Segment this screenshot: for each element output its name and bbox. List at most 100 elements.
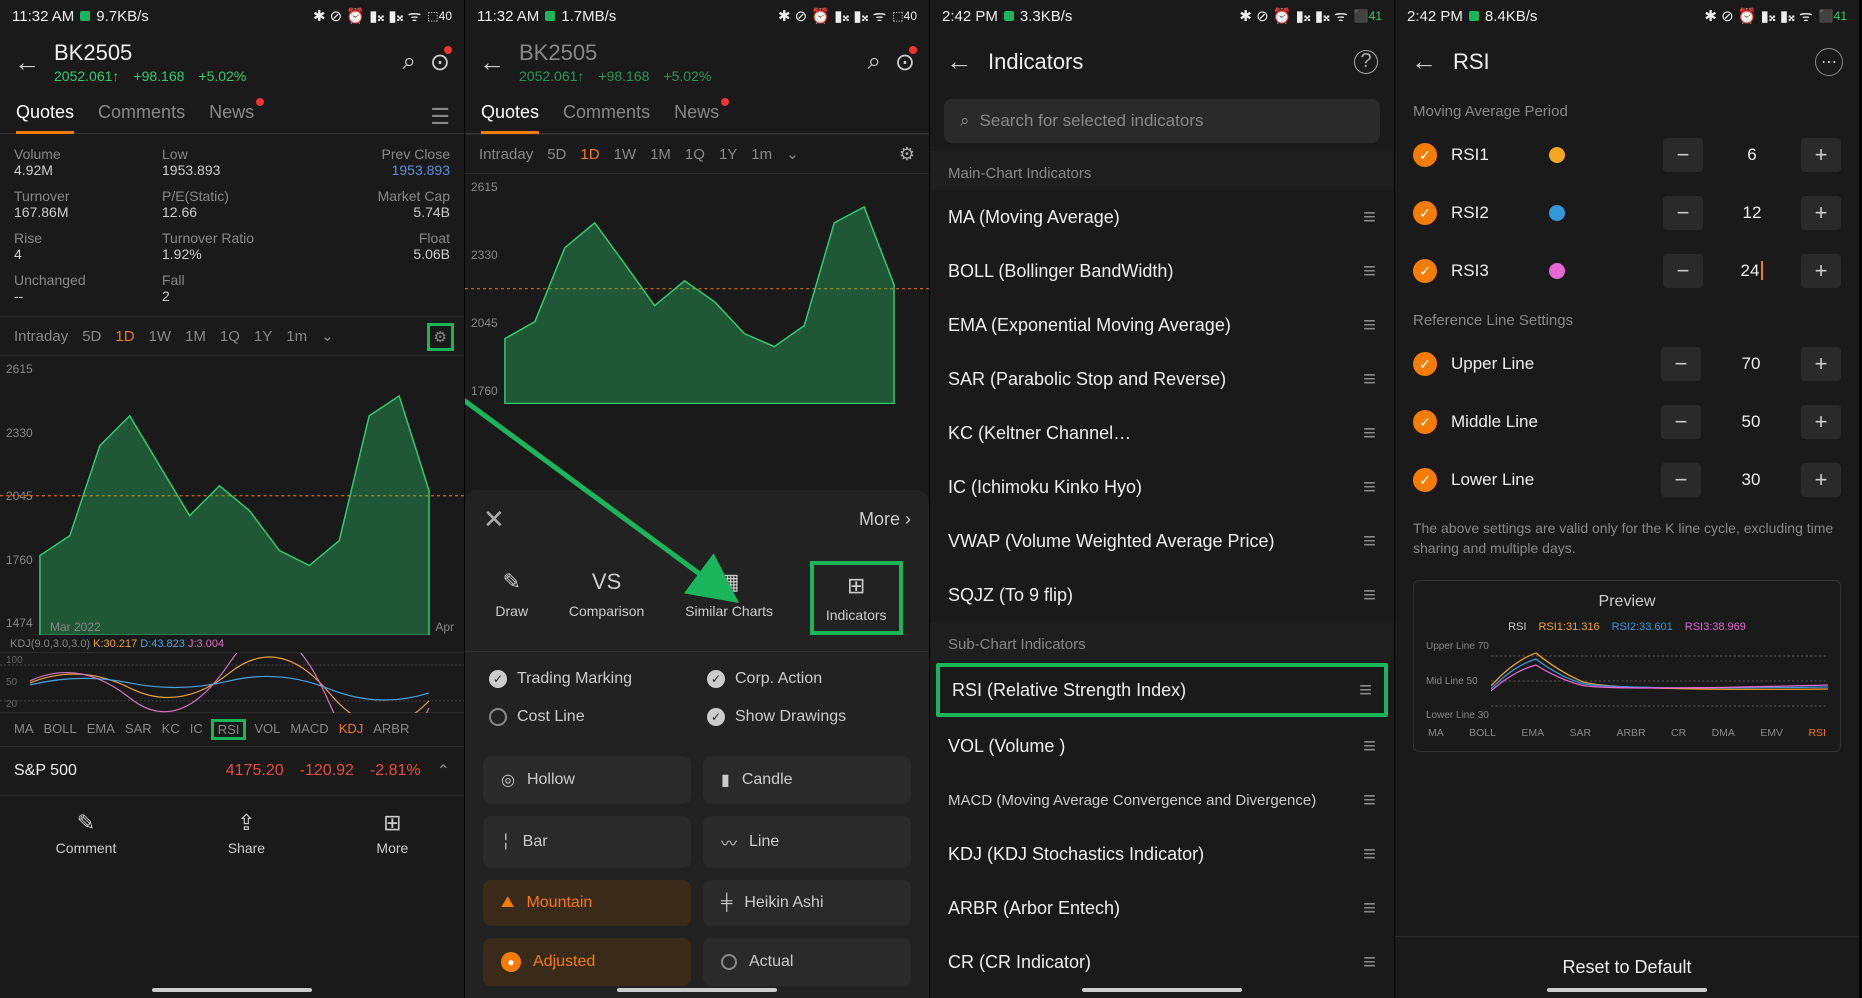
chart-svg — [0, 356, 464, 635]
more-button[interactable]: ⊞More — [376, 810, 408, 856]
search-icon[interactable]: ⌕ — [402, 48, 415, 76]
tab-quotes[interactable]: Quotes — [16, 102, 74, 133]
back-icon[interactable]: ← — [479, 47, 505, 78]
radio-checked-icon: ● — [501, 952, 521, 972]
plus-button[interactable]: + — [1801, 138, 1841, 172]
indicator-ic[interactable]: IC (Ichimoku Kinko Hyo)≡ — [930, 460, 1394, 514]
tf-intraday[interactable]: Intraday — [14, 328, 68, 345]
indicator-boll[interactable]: BOLL (Bollinger BandWidth)≡ — [930, 244, 1394, 298]
ind-vol[interactable]: VOL — [254, 721, 280, 738]
check-icon[interactable]: ✓ — [1413, 143, 1437, 167]
screen-rsi-settings: 2:42 PM8.4KB/s ✱ ⊘ ⏰ ▮𝄪 ▮𝄪 ᯤ⬛41 ← RSI ⋯ … — [1395, 0, 1860, 998]
chat-icon[interactable]: ⊙ — [895, 48, 915, 77]
tab-news[interactable]: News — [209, 102, 254, 133]
hamburger-icon[interactable]: ☰ — [430, 104, 450, 130]
chevron-up-icon[interactable]: ⌃ — [437, 761, 450, 781]
color-swatch[interactable] — [1549, 205, 1565, 221]
indicator-ema[interactable]: EMA (Exponential Moving Average)≡ — [930, 298, 1394, 352]
line-icon: 〰 — [721, 830, 737, 854]
value-input[interactable]: 24 — [1717, 261, 1787, 281]
cost-line-check[interactable]: Cost Line — [489, 708, 687, 726]
indicator-cr[interactable]: CR (CR Indicator)≡ — [930, 935, 1394, 989]
ind-ema[interactable]: EMA — [87, 721, 115, 738]
comment-button[interactable]: ✎Comment — [56, 810, 117, 856]
tf-1w[interactable]: 1W — [149, 328, 172, 345]
home-indicator — [617, 988, 777, 992]
page-title: RSI — [1453, 49, 1799, 75]
minus-button[interactable]: − — [1663, 138, 1703, 172]
tf-1m[interactable]: 1M — [185, 328, 206, 345]
header-title: BK2505 2052.061↑ +98.168 +5.02% — [54, 40, 388, 84]
corp-action-check[interactable]: ✓Corp. Action — [707, 670, 905, 688]
ind-macd[interactable]: MACD — [290, 721, 328, 738]
moving-avg-label: Moving Average Period — [1395, 91, 1859, 126]
ind-rsi[interactable]: RSI — [211, 719, 247, 740]
indicator-kdj[interactable]: KDJ (KDJ Stochastics Indicator)≡ — [930, 827, 1394, 881]
back-icon[interactable]: ← — [1411, 46, 1437, 77]
ind-arbr[interactable]: ARBR — [373, 721, 409, 738]
value-input[interactable]: 6 — [1717, 145, 1787, 165]
tf-5d[interactable]: 5D — [82, 328, 101, 345]
indicator-ma[interactable]: MA (Moving Average)≡ — [930, 190, 1394, 244]
settings-note: The above settings are valid only for th… — [1395, 509, 1859, 568]
indicator-rsi[interactable]: RSI (Relative Strength Index)≡ — [936, 663, 1388, 717]
tab-comments[interactable]: Comments — [98, 102, 185, 133]
tf-1q[interactable]: 1Q — [220, 328, 240, 345]
drag-icon[interactable]: ≡ — [1363, 204, 1376, 230]
screen-indicators: 2:42 PM3.3KB/s ✱ ⊘ ⏰ ▮𝄪 ▮𝄪 ᯤ⬛41 ← Indica… — [930, 0, 1395, 998]
price-chart[interactable]: 26152330204517601474 Mar 2022Apr — [0, 356, 464, 636]
chat-icon[interactable]: ⊙ — [430, 48, 450, 77]
chart-settings-icon[interactable]: ⚙ — [899, 144, 915, 165]
indicator-sqjz[interactable]: SQJZ (To 9 flip)≡ — [930, 568, 1394, 622]
indicator-arbr[interactable]: ARBR (Arbor Entech)≡ — [930, 881, 1394, 935]
tf-1d[interactable]: 1D — [115, 328, 134, 345]
actual-button[interactable]: Actual — [703, 938, 911, 986]
ind-ma[interactable]: MA — [14, 721, 34, 738]
ind-ic[interactable]: IC — [190, 721, 203, 738]
comparison-button[interactable]: VSComparison — [569, 569, 644, 627]
price-chart[interactable]: 2615233020451760 — [465, 174, 929, 404]
indicator-vwap[interactable]: VWAP (Volume Weighted Average Price)≡ — [930, 514, 1394, 568]
page-title: Indicators — [988, 49, 1338, 75]
hollow-button[interactable]: ◎Hollow — [483, 756, 691, 804]
ind-kdj[interactable]: KDJ — [339, 721, 364, 738]
more-icon[interactable]: ⋯ — [1815, 48, 1843, 76]
indicator-macd[interactable]: MACD (Moving Average Convergence and Div… — [930, 773, 1394, 827]
back-icon[interactable]: ← — [14, 47, 40, 78]
back-icon[interactable]: ← — [946, 46, 972, 77]
mountain-button[interactable]: ⛰Mountain — [483, 880, 691, 926]
color-swatch[interactable] — [1549, 147, 1565, 163]
ind-boll[interactable]: BOLL — [44, 721, 77, 738]
search-input[interactable]: ⌕ Search for selected indicators — [944, 99, 1380, 143]
heikin-button[interactable]: ╪Heikin Ashi — [703, 880, 911, 926]
draw-button[interactable]: ✎Draw — [495, 569, 528, 627]
adjusted-button[interactable]: ●Adjusted — [483, 938, 691, 986]
status-icons: ✱ ⊘ ⏰ ▮𝄪 ▮𝄪 ᯤ — [313, 6, 421, 26]
search-icon[interactable]: ⌕ — [867, 48, 880, 76]
line-button[interactable]: 〰Line — [703, 816, 911, 868]
kdj-chart[interactable]: 1005020 — [0, 652, 464, 712]
color-swatch[interactable] — [1549, 263, 1565, 279]
help-icon[interactable]: ? — [1354, 50, 1378, 74]
status-time: 11:32 AM — [12, 8, 74, 25]
tf-1mo[interactable]: 1m — [286, 328, 307, 345]
trading-marking-check[interactable]: ✓Trading Marking — [489, 670, 687, 688]
tf-1y[interactable]: 1Y — [254, 328, 272, 345]
indicator-vol[interactable]: VOL (Volume )≡ — [930, 719, 1394, 773]
ind-kc[interactable]: KC — [162, 721, 180, 738]
chart-settings-icon[interactable]: ⚙ — [427, 323, 454, 351]
similar-charts-button[interactable]: ▦Similar Charts — [685, 569, 773, 627]
more-link[interactable]: More › — [859, 509, 911, 530]
share-button[interactable]: ⇪Share — [228, 810, 265, 856]
indicators-button[interactable]: ⊞Indicators — [810, 561, 903, 635]
preview-chart: Upper Line 70 Mid Line 50 Lower Line 30 — [1426, 641, 1828, 721]
show-drawings-check[interactable]: ✓Show Drawings — [707, 708, 905, 726]
indicator-kc[interactable]: KC (Keltner Channel…≡ — [930, 406, 1394, 460]
close-icon[interactable]: ✕ — [483, 504, 505, 535]
ind-sar[interactable]: SAR — [125, 721, 152, 738]
bar-button[interactable]: ╎Bar — [483, 816, 691, 868]
candle-button[interactable]: ▮Candle — [703, 756, 911, 804]
index-ticker[interactable]: S&P 500 4175.20 -120.92 -2.81% ⌃ — [0, 746, 464, 795]
x-axis: Mar 2022Apr — [50, 620, 454, 634]
indicator-sar[interactable]: SAR (Parabolic Stop and Reverse)≡ — [930, 352, 1394, 406]
